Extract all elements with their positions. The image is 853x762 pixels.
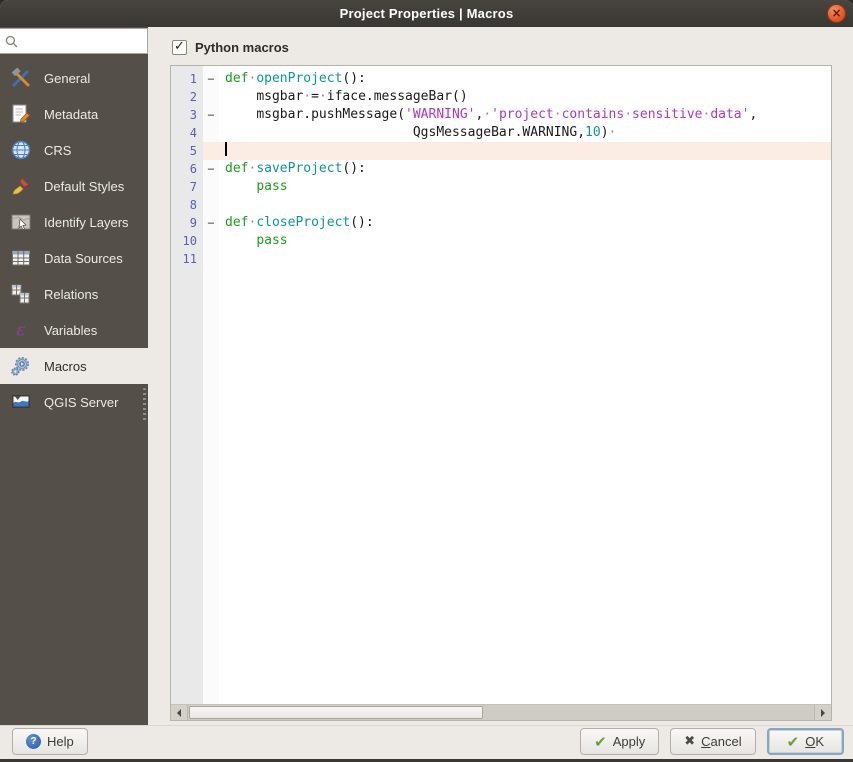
- code-line[interactable]: 9− def·closeProject():: [171, 214, 831, 232]
- sidebar: General Metadata CRS Default Styles Iden…: [0, 27, 148, 725]
- sidebar-item-metadata[interactable]: Metadata: [0, 96, 148, 132]
- sidebar-item-label: CRS: [44, 142, 72, 158]
- sidebar-item-label: Relations: [44, 286, 99, 302]
- help-icon: ?: [26, 734, 41, 749]
- search-box[interactable]: [0, 28, 148, 54]
- code-line[interactable]: 6− def·saveProject():: [171, 160, 831, 178]
- sidebar-item-label: Data Sources: [44, 250, 123, 266]
- table-icon: [9, 247, 33, 269]
- ok-check-icon: ✔: [786, 732, 800, 751]
- scroll-right-arrow[interactable]: [815, 705, 831, 720]
- project-properties-dialog: Project Properties | Macros × General Me…: [0, 0, 853, 762]
- paintbrush-icon: [9, 175, 33, 197]
- server-image-icon: [9, 391, 33, 413]
- sidebar-item-label: Identify Layers: [44, 214, 129, 230]
- close-button[interactable]: ×: [827, 4, 846, 23]
- ok-button[interactable]: ✔ OK: [766, 728, 844, 755]
- globe-icon: [9, 139, 33, 161]
- code-line[interactable]: 10 pass: [171, 232, 831, 250]
- help-button[interactable]: ? Help: [12, 728, 88, 755]
- apply-check-icon: ✔: [594, 732, 607, 751]
- titlebar[interactable]: Project Properties | Macros ×: [0, 0, 853, 27]
- sidebar-item-data-sources[interactable]: Data Sources: [0, 240, 148, 276]
- code-line[interactable]: 1− def·openProject():: [171, 70, 831, 88]
- identify-icon: [9, 211, 33, 233]
- sidebar-item-identify-layers[interactable]: Identify Layers: [0, 204, 148, 240]
- code-lines[interactable]: 1− def·openProject(): 2 msgbar·=·iface.mes…: [171, 66, 831, 704]
- search-input[interactable]: [22, 34, 142, 48]
- scrollbar-thumb[interactable]: [189, 706, 484, 719]
- python-macros-label: Python macros: [195, 39, 289, 55]
- sidebar-item-label: Variables: [44, 322, 98, 338]
- code-line[interactable]: 3− msgbar.pushMessage('WARNING',·'projec…: [171, 106, 831, 124]
- sidebar-item-label: QGIS Server: [44, 394, 119, 410]
- horizontal-scrollbar[interactable]: [171, 704, 831, 720]
- epsilon-icon: ε: [9, 319, 33, 341]
- scroll-left-arrow[interactable]: [171, 705, 187, 720]
- gears-icon: [9, 355, 33, 377]
- code-line[interactable]: 4 QgsMessageBar.WARNING,10)·: [171, 124, 831, 142]
- search-icon: [5, 35, 18, 47]
- sidebar-scroll-indicator[interactable]: [143, 388, 146, 422]
- sidebar-item-general[interactable]: General: [0, 60, 148, 96]
- sidebar-item-relations[interactable]: Relations: [0, 276, 148, 312]
- sidebar-item-label: Macros: [44, 358, 87, 374]
- code-line[interactable]: 5: [171, 142, 831, 160]
- text-cursor: [225, 142, 227, 156]
- sidebar-item-label: Metadata: [44, 106, 99, 122]
- code-line[interactable]: 11: [171, 250, 831, 268]
- window-title: Project Properties | Macros: [339, 6, 514, 21]
- checkbox-check-icon: ✓: [174, 38, 185, 54]
- sidebar-item-default-styles[interactable]: Default Styles: [0, 168, 148, 204]
- sidebar-nav: General Metadata CRS Default Styles Iden…: [0, 60, 148, 420]
- code-line[interactable]: 2 msgbar·=·iface.messageBar(): [171, 88, 831, 106]
- metadata-icon: [9, 103, 33, 125]
- close-icon: ×: [831, 6, 842, 20]
- tools-icon: [9, 67, 33, 89]
- svg-text:ε: ε: [16, 321, 25, 341]
- code-line[interactable]: 8: [171, 196, 831, 214]
- sidebar-item-crs[interactable]: CRS: [0, 132, 148, 168]
- button-bar: ? Help ✔ Apply ✖ Cancel ✔ OK: [0, 725, 853, 759]
- scrollbar-track[interactable]: [187, 705, 815, 720]
- sidebar-item-variables[interactable]: ε Variables: [0, 312, 148, 348]
- sidebar-item-qgis-server[interactable]: QGIS Server: [0, 384, 148, 420]
- macros-page: ✓ Python macros 1− def·openProject(): 2 ms…: [148, 27, 853, 725]
- apply-button[interactable]: ✔ Apply: [580, 728, 660, 755]
- cancel-button[interactable]: ✖ Cancel: [670, 728, 756, 755]
- sidebar-item-label: General: [44, 70, 91, 86]
- relations-icon: [9, 283, 33, 305]
- sidebar-item-macros[interactable]: Macros: [0, 348, 148, 384]
- code-editor[interactable]: 1− def·openProject(): 2 msgbar·=·iface.mes…: [170, 65, 832, 721]
- code-line[interactable]: 7 pass: [171, 178, 831, 196]
- python-macros-checkbox[interactable]: ✓: [172, 38, 187, 55]
- cancel-x-icon: ✖: [684, 734, 696, 749]
- sidebar-item-label: Default Styles: [44, 178, 125, 194]
